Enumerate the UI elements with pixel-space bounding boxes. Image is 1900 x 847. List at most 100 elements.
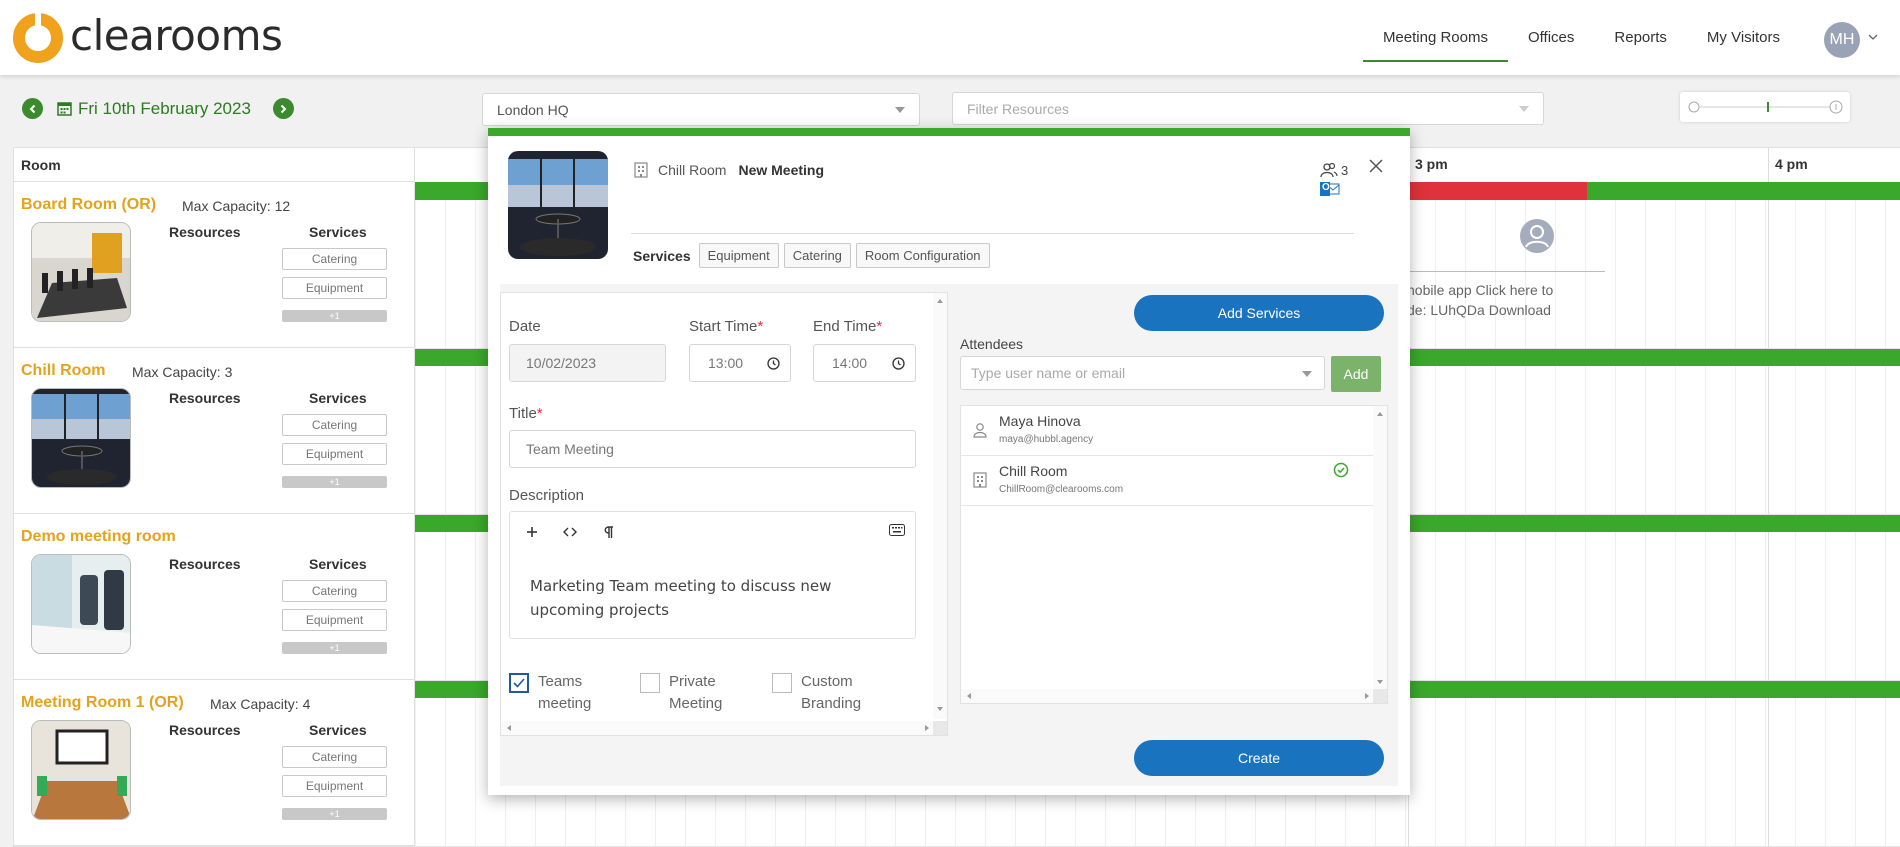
equipment-pill[interactable]: Equipment [282, 443, 387, 465]
availability-bar[interactable] [1587, 182, 1900, 200]
next-day-button[interactable] [272, 98, 294, 119]
more-services-pill[interactable]: +1 [282, 808, 387, 820]
booked-bar[interactable] [1410, 182, 1587, 200]
outlook-icon[interactable]: O [1320, 182, 1340, 196]
description-text[interactable]: Marketing Team meeting to discuss new up… [530, 574, 900, 622]
tab-catering[interactable]: Catering [783, 243, 851, 268]
tab-room-configuration[interactable]: Room Configuration [855, 243, 990, 268]
services-tab-label[interactable]: Services [633, 248, 691, 264]
scroll-corner [933, 721, 947, 735]
catering-pill[interactable]: Catering [282, 746, 387, 768]
teams-meeting-checkbox[interactable] [509, 673, 529, 693]
more-services-pill[interactable]: +1 [282, 310, 387, 322]
resources-label: Resources [169, 224, 241, 240]
arrow-right-icon [281, 104, 287, 113]
chevron-down-icon[interactable] [1868, 32, 1878, 42]
description-editor[interactable]: Marketing Team meeting to discuss new up… [509, 511, 916, 639]
attendee-vertical-scrollbar[interactable] [1373, 406, 1387, 691]
location-value: London HQ [497, 101, 569, 118]
prev-day-button[interactable] [22, 98, 43, 119]
check-icon [513, 678, 525, 688]
equipment-pill[interactable]: Equipment [282, 775, 387, 797]
close-icon[interactable] [1368, 158, 1384, 174]
room-name[interactable]: Board Room (OR) [21, 196, 156, 214]
more-services-pill[interactable]: +1 [282, 642, 387, 654]
attendee-list: Maya Hinova maya@hubbl.agency Chill Room… [960, 405, 1388, 704]
avatar[interactable]: MH [1824, 22, 1860, 58]
room-card[interactable]: Meeting Room 1 (OR) Max Capacity: 4 Reso… [14, 680, 414, 846]
room-name[interactable]: Chill Room [21, 362, 105, 380]
end-time-input[interactable]: 14:00 [813, 344, 916, 382]
private-meeting-checkbox[interactable] [640, 673, 660, 693]
room-card[interactable]: Demo meeting room Resources Services Cat… [14, 514, 414, 680]
room-name[interactable]: Demo meeting room [21, 528, 176, 546]
title-input[interactable]: Team Meeting [509, 430, 916, 468]
equipment-pill[interactable]: Equipment [282, 609, 387, 631]
filter-resources-select[interactable]: Filter Resources [952, 92, 1544, 125]
plus-icon[interactable] [524, 524, 540, 540]
attendee-search-input[interactable]: Type user name or email [960, 356, 1325, 390]
logo-ring-icon [13, 12, 63, 63]
add-attendee-button[interactable]: Add [1331, 356, 1381, 392]
code-icon[interactable] [562, 524, 578, 540]
create-button[interactable]: Create [1134, 740, 1384, 776]
teams-meeting-label[interactable]: Teams meeting [538, 671, 591, 715]
private-meeting-label[interactable]: Private Meeting [669, 671, 722, 715]
form-vertical-scrollbar[interactable] [933, 293, 947, 719]
catering-pill[interactable]: Catering [282, 580, 387, 602]
attendee-row[interactable]: Chill Room ChillRoom@clearooms.com [961, 456, 1373, 506]
scroll-arrows [1377, 412, 1383, 684]
attendee-name: Chill Room [999, 463, 1068, 479]
nav-reports[interactable]: Reports [1594, 0, 1687, 75]
booking-details-line-1[interactable]: nobile app Click here to [1407, 280, 1553, 300]
clock-icon[interactable] [892, 357, 905, 370]
people-icon [1320, 162, 1338, 178]
room-name[interactable]: Meeting Room 1 (OR) [21, 694, 184, 712]
checkbox-label-line: Custom [801, 673, 853, 690]
more-services-pill[interactable]: +1 [282, 476, 387, 488]
scroll-arrows [937, 299, 943, 711]
services-label: Services [309, 722, 367, 738]
service-tabs: Services Equipment Catering Room Configu… [633, 243, 995, 268]
attendee-name: Maya Hinova [999, 413, 1081, 429]
end-time-label-text: End Time [813, 318, 877, 335]
scroll-arrows [507, 725, 929, 731]
zoom-slider[interactable] [1680, 92, 1850, 122]
booking-separator [1405, 271, 1605, 272]
clock-icon[interactable] [767, 357, 780, 370]
main-nav: Meeting Rooms Offices Reports My Visitor… [1362, 0, 1800, 75]
custom-branding-label[interactable]: Custom Branding [801, 671, 861, 715]
keyboard-icon[interactable] [889, 524, 905, 536]
start-time-input[interactable]: 13:00 [689, 344, 791, 382]
nav-offices[interactable]: Offices [1508, 0, 1594, 75]
modal-title: New Meeting [738, 162, 825, 178]
paragraph-icon[interactable] [600, 524, 616, 540]
custom-branding-checkbox[interactable] [772, 673, 792, 693]
attendee-email: ChillRoom@clearooms.com [999, 484, 1124, 495]
room-card[interactable]: Chill Room Max Capacity: 3 Resources Ser… [14, 348, 414, 514]
location-select[interactable]: London HQ [482, 93, 920, 126]
booking-details-line-2[interactable]: de: LUhQDa Download [1407, 300, 1551, 320]
attendee-horizontal-scrollbar[interactable] [961, 689, 1375, 703]
equipment-pill[interactable]: Equipment [282, 277, 387, 299]
nav-my-visitors[interactable]: My Visitors [1687, 0, 1800, 75]
room-card[interactable]: Board Room (OR) Max Capacity: 12 Resourc… [14, 182, 414, 348]
services-label: Services [309, 390, 367, 406]
building-icon [634, 162, 648, 178]
add-services-button[interactable]: Add Services [1134, 295, 1384, 331]
room-photo [508, 151, 608, 259]
attendee-row[interactable]: Maya Hinova maya@hubbl.agency [961, 406, 1373, 456]
calendar-icon [57, 102, 72, 116]
attendee-count: 3 [1320, 162, 1348, 178]
form-horizontal-scrollbar[interactable] [501, 721, 935, 735]
nav-meeting-rooms[interactable]: Meeting Rooms [1362, 0, 1509, 75]
logo[interactable]: clearooms [12, 11, 283, 64]
header-divider [631, 233, 1354, 234]
current-date[interactable]: Fri 10th February 2023 [57, 99, 251, 119]
tab-equipment[interactable]: Equipment [698, 243, 779, 268]
modal-room-name: Chill Room [658, 162, 727, 178]
catering-pill[interactable]: Catering [282, 248, 387, 270]
catering-pill[interactable]: Catering [282, 414, 387, 436]
start-time-label-text: Start Time [689, 318, 758, 335]
date-field[interactable]: 10/02/2023 [509, 344, 666, 382]
